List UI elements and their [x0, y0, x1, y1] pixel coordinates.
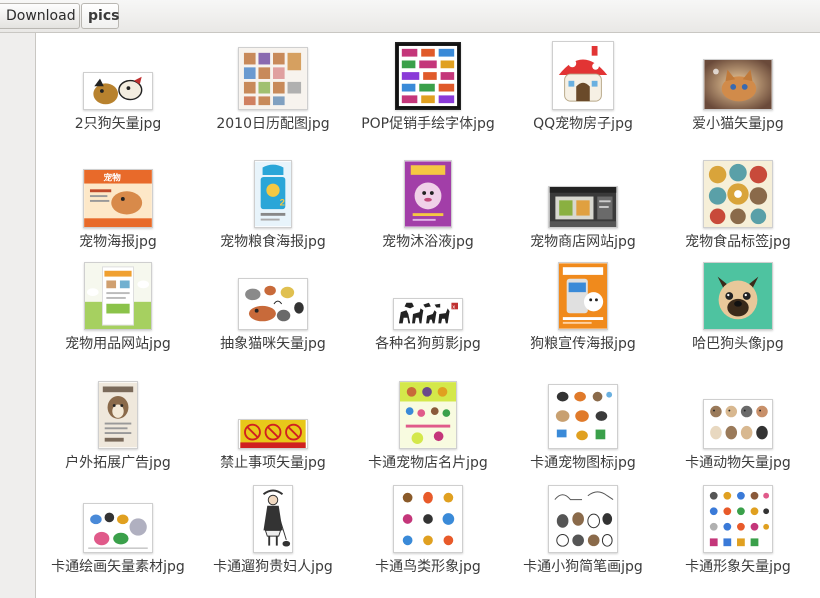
svg-text:x: x: [452, 304, 455, 310]
file-name: 卡通遛狗贵妇人jpg: [213, 559, 333, 575]
pet-shop-card-thumbnail: [399, 381, 457, 449]
file-name: 各种名狗剪影jpg: [375, 336, 481, 352]
svg-text:宠物: 宠物: [104, 172, 122, 183]
cartoon-characters-thumbnail: [703, 485, 773, 553]
file-name: 抽象猫咪矢量jpg: [220, 336, 326, 352]
file-name: 禁止事项矢量jpg: [220, 455, 326, 471]
puppy-sketch-thumbnail: [548, 485, 618, 553]
file-icon-view[interactable]: 2只狗矢量jpg 2010日历配图jpg POP促销手绘字体jpg QQ宠物房子…: [36, 33, 820, 598]
file-name: 爱小猫矢量jpg: [692, 116, 784, 132]
pug-avatar-thumbnail: [703, 262, 773, 330]
kitten-thumbnail: [703, 59, 773, 110]
breadcrumb-download[interactable]: Download: [0, 3, 80, 29]
dog-silhouettes-thumbnail: x: [393, 298, 463, 330]
pop-font-thumbnail: [395, 42, 461, 110]
pet-shampoo-thumbnail: [404, 160, 452, 228]
file-name: 卡通形象矢量jpg: [685, 559, 791, 575]
file-name: 卡通宠物图标jpg: [530, 455, 636, 471]
file-name: 卡通小狗简笔画jpg: [523, 559, 643, 575]
svg-text:2: 2: [280, 197, 285, 208]
pet-shop-website-thumbnail: [548, 186, 618, 228]
pet-food-poster-thumbnail: 2: [254, 160, 292, 228]
dog-food-poster-thumbnail: [558, 262, 608, 330]
cartoon-birds-thumbnail: [393, 485, 463, 553]
pet-supplies-website-thumbnail: [84, 262, 152, 330]
file-name: 宠物用品网站jpg: [65, 336, 171, 352]
pet-house-thumbnail: [552, 41, 614, 110]
pet-poster-thumbnail: 宠物: [83, 169, 153, 228]
file-name: 宠物海报jpg: [79, 234, 157, 250]
breadcrumb-pics[interactable]: pics: [81, 3, 119, 29]
file-name: 卡通绘画矢量素材jpg: [51, 559, 185, 575]
file-name: 宠物食品标签jpg: [685, 234, 791, 250]
two-dogs-thumbnail: [83, 72, 153, 110]
file-name: 宠物商店网站jpg: [530, 234, 636, 250]
file-name: 狗粮宣传海报jpg: [530, 336, 636, 352]
file-name: 宠物沐浴液jpg: [382, 234, 474, 250]
pet-food-labels-thumbnail: [703, 160, 773, 228]
file-name: 哈巴狗头像jpg: [692, 336, 784, 352]
abstract-cats-thumbnail: [238, 278, 308, 330]
file-name: 2010日历配图jpg: [216, 116, 330, 132]
side-pane: [0, 33, 36, 598]
cartoon-animals-thumbnail: [703, 399, 773, 449]
file-name: 宠物粮食海报jpg: [220, 234, 326, 250]
cartoon-drawing-thumbnail: [83, 503, 153, 553]
prohibition-signs-thumbnail: [238, 419, 308, 449]
file-name: 卡通动物矢量jpg: [685, 455, 791, 471]
file-name: POP促销手绘字体jpg: [361, 116, 495, 132]
outdoor-ad-thumbnail: [98, 381, 138, 449]
path-bar: Download pics: [0, 0, 820, 33]
file-name: QQ宠物房子jpg: [533, 116, 633, 132]
file-name: 户外拓展广告jpg: [65, 455, 171, 471]
file-name: 卡通鸟类形象jpg: [375, 559, 481, 575]
file-name: 2只狗矢量jpg: [74, 116, 162, 132]
file-name: 卡通宠物店名片jpg: [368, 455, 488, 471]
pet-icons-thumbnail: [548, 384, 618, 449]
calendar-thumbnail: [238, 47, 308, 110]
lady-walking-dog-thumbnail: [253, 485, 293, 553]
